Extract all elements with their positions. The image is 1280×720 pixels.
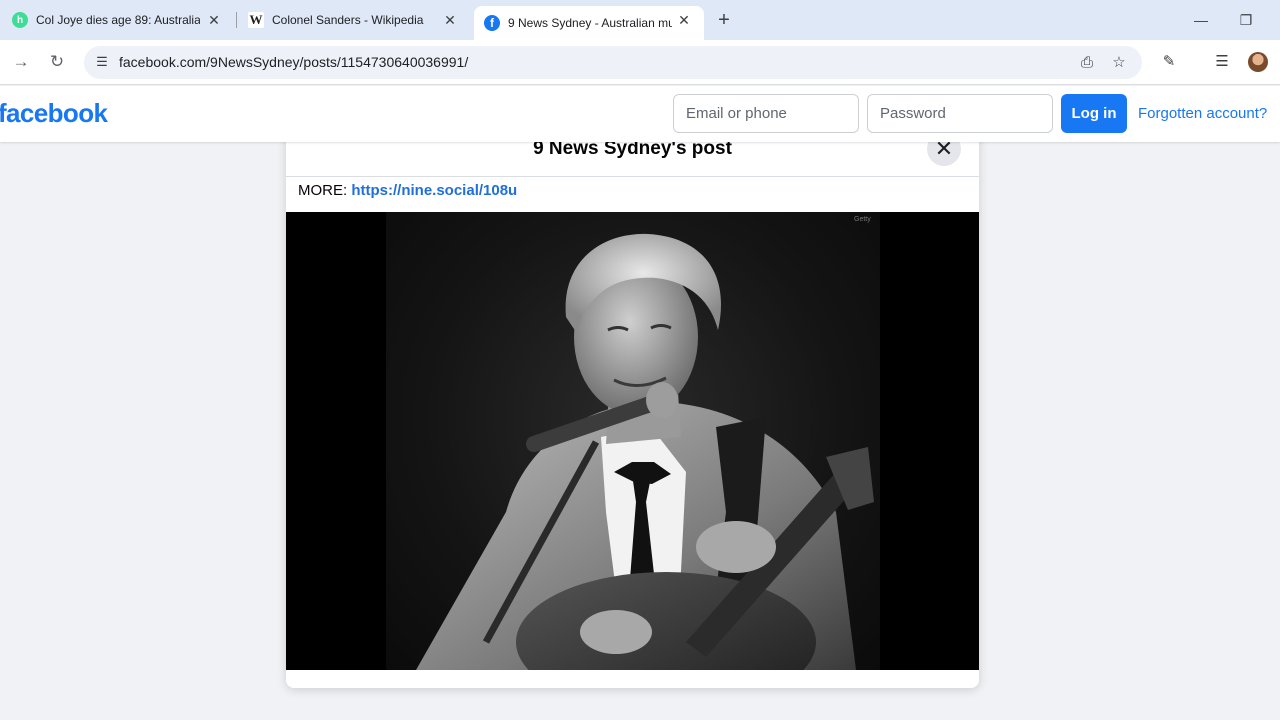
extensions-icon[interactable]: ✎	[1157, 50, 1181, 74]
password-field[interactable]	[867, 94, 1053, 133]
bookmark-star-icon[interactable]: ☆	[1108, 52, 1130, 74]
tab-colonel-sanders[interactable]: W Colonel Sanders - Wikipedia ✕	[238, 6, 470, 34]
address-url[interactable]: facebook.com/9NewsSydney/posts/115473064…	[119, 54, 468, 70]
forward-arrow-icon[interactable]: →	[9, 50, 33, 74]
minimize-icon[interactable]: —	[1189, 8, 1213, 32]
tab-title: 9 News Sydney - Australian music legend	[508, 16, 672, 30]
media-controls-icon[interactable]: ☰	[1210, 50, 1234, 74]
install-app-icon[interactable]: ⎙	[1076, 52, 1098, 74]
address-bar[interactable]: ☰ facebook.com/9NewsSydney/posts/1154730…	[84, 46, 1142, 79]
profile-avatar[interactable]	[1248, 52, 1268, 72]
email-field[interactable]	[673, 94, 859, 133]
tab-col-joye[interactable]: h Col Joye dies age 89: Australian music…	[2, 6, 234, 34]
wikipedia-icon: W	[248, 12, 264, 28]
post-photo[interactable]: Getty	[286, 212, 979, 670]
site-settings-icon[interactable]: ☰	[92, 52, 112, 72]
close-tab-icon[interactable]: ✕	[440, 10, 460, 30]
post-dialog: 9 News Sydney's post ✕ MORE: https://nin…	[286, 120, 979, 688]
facebook-header: facebook Log in Forgotten account?	[0, 86, 1280, 142]
tab-strip: h Col Joye dies age 89: Australian music…	[0, 0, 1280, 40]
photo-watermark: Getty	[854, 216, 871, 223]
browser-toolbar: → ↻ ☰ facebook.com/9NewsSydney/posts/115…	[0, 40, 1280, 85]
login-button[interactable]: Log in	[1061, 94, 1127, 133]
tab-title: Colonel Sanders - Wikipedia	[272, 13, 424, 27]
tab-9news-sydney[interactable]: f 9 News Sydney - Australian music legen…	[474, 6, 704, 40]
new-tab-button[interactable]: +	[712, 9, 736, 31]
close-tab-icon[interactable]: ✕	[204, 10, 224, 30]
forgotten-account-link[interactable]: Forgotten account?	[1138, 105, 1267, 122]
facebook-logo[interactable]: facebook	[0, 98, 108, 129]
more-label: MORE:	[298, 182, 352, 199]
more-link[interactable]: https://nine.social/108u	[351, 182, 517, 199]
tab-title: Col Joye dies age 89: Australian music l…	[36, 13, 200, 27]
tab-favicon-icon: h	[12, 12, 28, 28]
close-tab-icon[interactable]: ✕	[674, 10, 694, 30]
reload-icon[interactable]: ↻	[45, 50, 69, 74]
photo-content: Getty	[386, 212, 880, 670]
restore-icon[interactable]: ❐	[1234, 8, 1258, 32]
tab-separator	[236, 12, 237, 28]
facebook-favicon-icon: f	[484, 15, 500, 31]
post-text: MORE: https://nine.social/108u	[298, 182, 517, 199]
singer-with-guitar-image	[416, 233, 874, 670]
